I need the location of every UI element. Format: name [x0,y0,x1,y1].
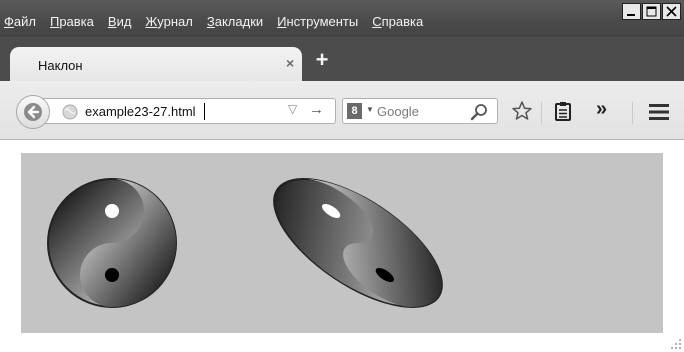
menu-help[interactable]: Справка [372,14,423,29]
yin-yang-skewed [273,178,443,308]
menu-file-accel: Ф [4,14,14,29]
minimize-icon [627,14,635,16]
resize-grip-icon[interactable] [670,338,682,350]
menu-bookmarks-accel: З [206,14,215,29]
menu-history[interactable]: Журнал [145,14,192,29]
tab-close-icon[interactable]: × [286,55,294,71]
menu-edit-accel: П [49,14,60,29]
menu-file-label: айл [13,14,36,29]
back-arrow-icon [24,103,42,121]
close-button[interactable] [662,3,681,20]
engine-dropdown-icon[interactable]: ▼ [366,105,374,114]
menu-help-label: правка [381,14,424,29]
title-bar: Файл Правка Вид Журнал Закладки Инструме… [0,0,684,37]
search-input[interactable]: Google [377,104,419,119]
menu-tools[interactable]: Инструменты [277,14,358,29]
menu-view-accel: В [107,14,117,29]
search-bar[interactable]: 8 ▼ Google [342,98,498,124]
reading-list-icon[interactable] [553,100,573,122]
menu-bar: Файл Правка Вид Журнал Закладки Инструме… [4,14,437,29]
menu-edit-label: равка [59,14,94,29]
menu-edit[interactable]: Правка [50,14,94,29]
menu-help-accel: С [372,14,382,29]
navigation-toolbar: example23-27.html ▽ → 8 ▼ Google » [0,81,684,140]
tab-active[interactable]: Наклон × [10,47,302,81]
text-caret [204,103,205,120]
url-input[interactable]: example23-27.html [85,104,196,119]
demo-stage [21,153,663,333]
go-arrow-icon[interactable]: → [309,101,324,118]
toolbar-separator [541,102,542,124]
globe-icon [62,104,78,120]
menu-tools-label: нструменты [286,14,359,29]
minimize-button[interactable] [622,3,641,20]
search-icon[interactable] [469,102,489,122]
menu-file[interactable]: Файл [4,14,36,29]
yin-yang-original [47,178,177,308]
page-content [0,140,684,352]
maximize-button[interactable] [642,3,661,20]
maximize-icon [646,6,657,17]
search-engine-icon[interactable]: 8 [347,103,362,119]
new-tab-button[interactable]: + [312,49,332,71]
toolbar-separator [632,102,633,124]
tab-title: Наклон [38,58,83,73]
menu-tools-accel: И [277,14,287,29]
menu-history-label: урнал [157,14,193,29]
menu-history-accel: Ж [145,14,158,29]
overflow-icon[interactable]: » [596,98,607,121]
menu-view-label: ид [116,14,132,29]
hamburger-menu-icon[interactable] [648,103,670,121]
menu-view[interactable]: Вид [108,14,132,29]
back-button[interactable] [16,95,50,129]
address-bar[interactable]: example23-27.html ▽ → [40,98,336,124]
menu-bookmarks[interactable]: Закладки [207,14,263,29]
star-icon[interactable] [511,100,533,122]
tab-strip: Наклон × + [0,37,684,81]
window-controls [621,3,681,20]
close-icon [666,6,677,17]
menu-bookmarks-label: акладки [214,14,264,29]
url-history-dropdown-icon[interactable]: ▽ [288,102,297,116]
